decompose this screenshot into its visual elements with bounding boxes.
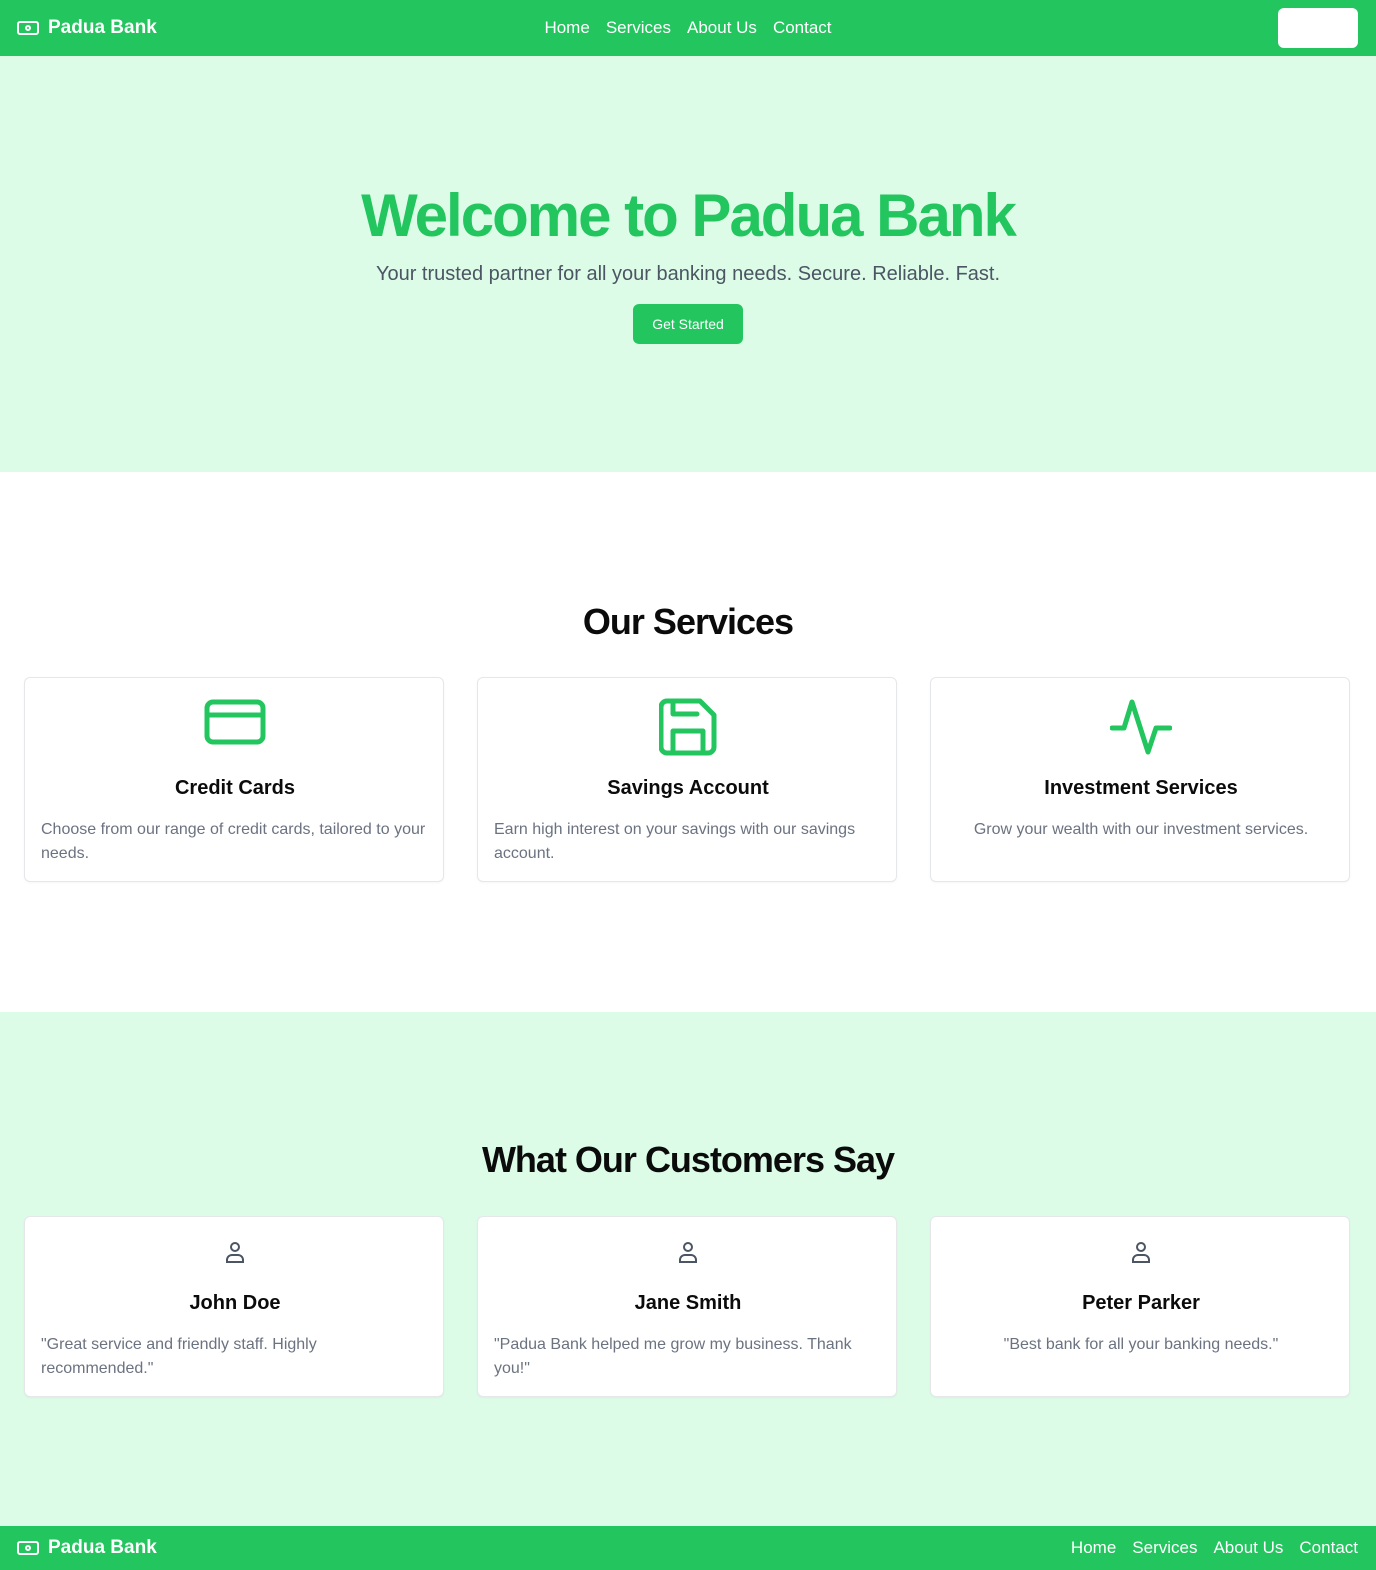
get-started-button[interactable]: Get Started <box>633 304 743 344</box>
banknote-icon <box>16 1536 40 1560</box>
customer-quote: "Best bank for all your banking needs." <box>1003 1336 1279 1353</box>
service-title: Investment Services <box>1044 777 1238 799</box>
activity-icon <box>931 698 1351 756</box>
nav-links: Home Services About Us Contact <box>0 18 1376 38</box>
footer-brand-name: Padua Bank <box>48 1537 157 1558</box>
service-card-investment: Investment Services Grow your wealth wit… <box>930 677 1350 882</box>
footer-links: Home Services About Us Contact <box>1071 1538 1358 1558</box>
top-navbar: Padua Bank Home Services About Us Contac… <box>0 0 1376 56</box>
service-description: Choose from our range of credit cards, t… <box>41 821 426 862</box>
customer-quote: "Great service and friendly staff. Highl… <box>41 1336 317 1377</box>
hero-section: Welcome to Padua Bank Your trusted partn… <box>0 56 1376 472</box>
testimonials-heading: What Our Customers Say <box>481 1139 895 1180</box>
nav-action-button[interactable] <box>1278 8 1358 48</box>
footer-brand[interactable]: Padua Bank <box>16 1536 157 1560</box>
footer-link-services[interactable]: Services <box>1132 1538 1197 1558</box>
customer-name: Jane Smith <box>634 1292 742 1314</box>
credit-card-icon <box>25 698 445 756</box>
service-description: Grow your wealth with our investment ser… <box>973 821 1309 838</box>
user-icon <box>25 1241 445 1265</box>
nav-link-home[interactable]: Home <box>544 18 589 38</box>
service-card-savings: Savings Account Earn high interest on yo… <box>477 677 897 882</box>
nav-link-about[interactable]: About Us <box>687 18 757 38</box>
service-title: Savings Account <box>607 777 769 799</box>
user-icon <box>931 1241 1351 1265</box>
services-heading: Our Services <box>582 601 794 642</box>
footer-link-home[interactable]: Home <box>1071 1538 1116 1558</box>
service-description: Earn high interest on your savings with … <box>494 821 856 862</box>
testimonials-section: What Our Customers Say John Doe "Great s… <box>0 1012 1376 1526</box>
customer-name: John Doe <box>189 1292 281 1314</box>
testimonial-card: Jane Smith "Padua Bank helped me grow my… <box>477 1216 897 1397</box>
nav-link-contact[interactable]: Contact <box>773 18 832 38</box>
footer-link-about[interactable]: About Us <box>1213 1538 1283 1558</box>
testimonial-card: Peter Parker "Best bank for all your ban… <box>930 1216 1350 1397</box>
hero-subtitle: Your trusted partner for all your bankin… <box>375 263 1001 285</box>
user-icon <box>478 1241 898 1265</box>
service-card-credit-cards: Credit Cards Choose from our range of cr… <box>24 677 444 882</box>
customer-name: Peter Parker <box>1082 1292 1200 1314</box>
footer: Padua Bank Home Services About Us Contac… <box>0 1526 1376 1570</box>
save-icon <box>478 698 898 756</box>
services-section: Our Services Credit Cards Choose from ou… <box>0 472 1376 1012</box>
customer-quote: "Padua Bank helped me grow my business. … <box>494 1336 852 1377</box>
testimonial-card: John Doe "Great service and friendly sta… <box>24 1216 444 1397</box>
hero-title: Welcome to Padua Bank <box>361 182 1017 249</box>
service-title: Credit Cards <box>174 777 296 799</box>
footer-link-contact[interactable]: Contact <box>1299 1538 1358 1558</box>
nav-link-services[interactable]: Services <box>606 18 671 38</box>
